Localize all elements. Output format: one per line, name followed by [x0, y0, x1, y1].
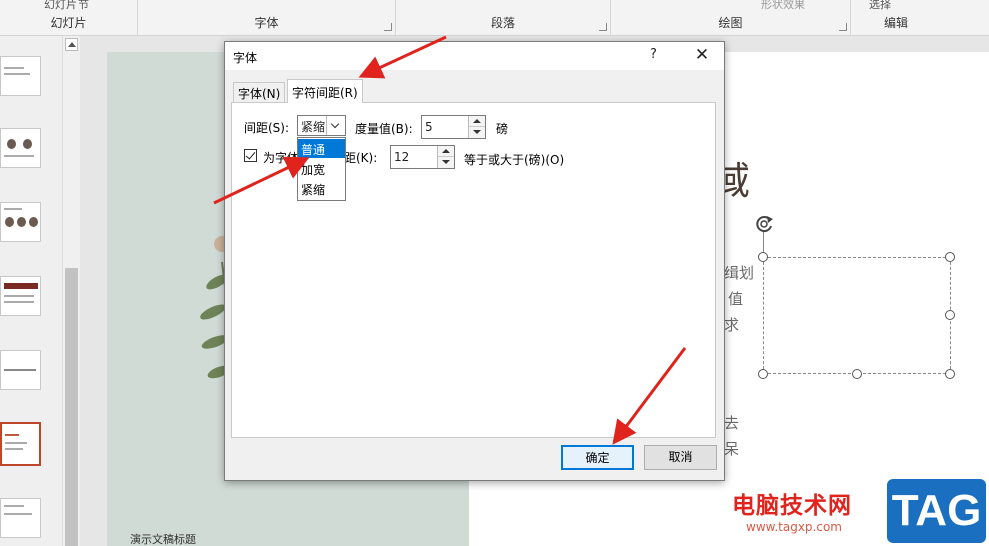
rotate-handle-icon[interactable]	[752, 212, 776, 236]
kerning-suffix: 等于或大于(磅)(O)	[464, 153, 565, 167]
ribbon-group-editing: 选择 编辑	[851, 0, 941, 35]
ribbon-group-label: 编辑	[883, 16, 908, 30]
resize-handle[interactable]	[945, 310, 955, 320]
thumbnail-scrollbar[interactable]	[62, 36, 80, 546]
dialog-title: 字体	[233, 51, 258, 65]
ribbon: 幻灯片 节 幻灯片 字体 段落 形状效果 绘图 选择 编辑	[0, 0, 989, 36]
spin-down-icon[interactable]	[438, 157, 454, 168]
paragraph-dialog-launcher-icon[interactable]	[599, 23, 607, 31]
watermark-text: 电脑技术网	[732, 493, 852, 519]
scroll-thumb[interactable]	[65, 268, 78, 546]
close-icon[interactable]: ✕	[690, 44, 714, 66]
measure-unit: 磅	[496, 122, 509, 136]
spacing-label: 间距(S):	[244, 121, 290, 135]
chevron-down-icon[interactable]	[326, 116, 345, 135]
dialog-titlebar[interactable]: 字体 ? ✕	[225, 42, 724, 70]
ribbon-group-label: 幻灯片	[50, 16, 87, 30]
kerning-value: 12	[394, 150, 410, 164]
spin-up-icon[interactable]	[438, 146, 454, 157]
kerning-label-tail: 距(K):	[344, 151, 378, 165]
textbox-selection-frame[interactable]	[763, 257, 951, 374]
resize-handle[interactable]	[945, 369, 955, 379]
slide-thumbnail[interactable]	[0, 128, 41, 168]
resize-handle[interactable]	[945, 252, 955, 262]
tab-character-spacing[interactable]: 字符间距(R)	[287, 79, 363, 103]
slide-thumbnail[interactable]	[0, 498, 41, 538]
watermark-logo: TAG	[887, 479, 986, 543]
dropdown-option-condensed[interactable]: 紧缩	[298, 179, 345, 198]
resize-handle[interactable]	[758, 369, 768, 379]
help-icon[interactable]: ?	[650, 47, 657, 62]
slide-thumbnail[interactable]	[0, 350, 41, 390]
resize-handle[interactable]	[758, 252, 768, 262]
kerning-label: 为字体	[263, 151, 300, 165]
dropdown-option-normal[interactable]: 普通	[298, 139, 345, 158]
select-button[interactable]: 选择	[869, 0, 891, 12]
kerning-stepper[interactable]: 12	[390, 145, 455, 169]
ribbon-group-drawing: 形状效果 绘图	[611, 0, 851, 35]
cancel-button[interactable]: 取消	[644, 445, 717, 470]
slide-thumbnail-selected[interactable]	[0, 422, 41, 466]
slide-thumbnail[interactable]	[0, 56, 41, 96]
ok-button[interactable]: 确定	[561, 445, 634, 470]
font-dialog-launcher-icon[interactable]	[384, 23, 392, 31]
measure-stepper[interactable]: 5	[421, 115, 486, 139]
kerning-checkbox[interactable]	[244, 149, 257, 162]
ribbon-group-label: 段落	[490, 16, 515, 30]
spacing-select-value: 紧缩	[301, 120, 326, 134]
body-text-fragment: 求	[724, 316, 740, 334]
resize-handle[interactable]	[852, 369, 862, 379]
spin-down-icon[interactable]	[469, 127, 485, 138]
dropdown-option-expanded[interactable]: 加宽	[298, 159, 345, 178]
ribbon-group-label: 字体	[254, 16, 279, 30]
ribbon-group-label: 绘图	[718, 16, 743, 30]
new-slide-button[interactable]: 幻灯片	[44, 0, 77, 12]
shape-effects-button[interactable]: 形状效果	[761, 0, 805, 12]
scroll-up-icon[interactable]	[65, 38, 78, 51]
measure-value: 5	[425, 120, 433, 134]
slide-thumbnail[interactable]	[0, 276, 41, 316]
body-text-fragment: 缉划	[724, 264, 755, 282]
spacing-select[interactable]: 紧缩	[297, 115, 346, 136]
drawing-dialog-launcher-icon[interactable]	[839, 23, 847, 31]
body-text-fragment: 呆	[724, 440, 740, 458]
ribbon-group-font: 字体	[138, 0, 396, 35]
section-button[interactable]: 节	[78, 0, 89, 12]
spacing-dropdown-list: 普通 加宽 紧缩	[297, 137, 346, 201]
ribbon-group-paragraph: 段落	[396, 0, 611, 35]
watermark-url: www.tagxp.com	[746, 520, 842, 534]
measure-label: 度量值(B):	[355, 122, 413, 136]
body-text-fragment: 值	[728, 290, 744, 308]
slide-caption: 演示文稿标题	[130, 533, 196, 546]
body-text-fragment: 去	[724, 414, 740, 432]
spin-up-icon[interactable]	[469, 116, 485, 127]
font-dialog: 字体 ? ✕ 字体(N) 字符间距(R) 间距(S): 紧缩 度量值(B): 5…	[224, 41, 725, 481]
slide-thumbnail[interactable]	[0, 202, 41, 242]
ribbon-group-slides: 幻灯片 节 幻灯片	[0, 0, 138, 35]
tab-font[interactable]: 字体(N)	[233, 82, 286, 102]
